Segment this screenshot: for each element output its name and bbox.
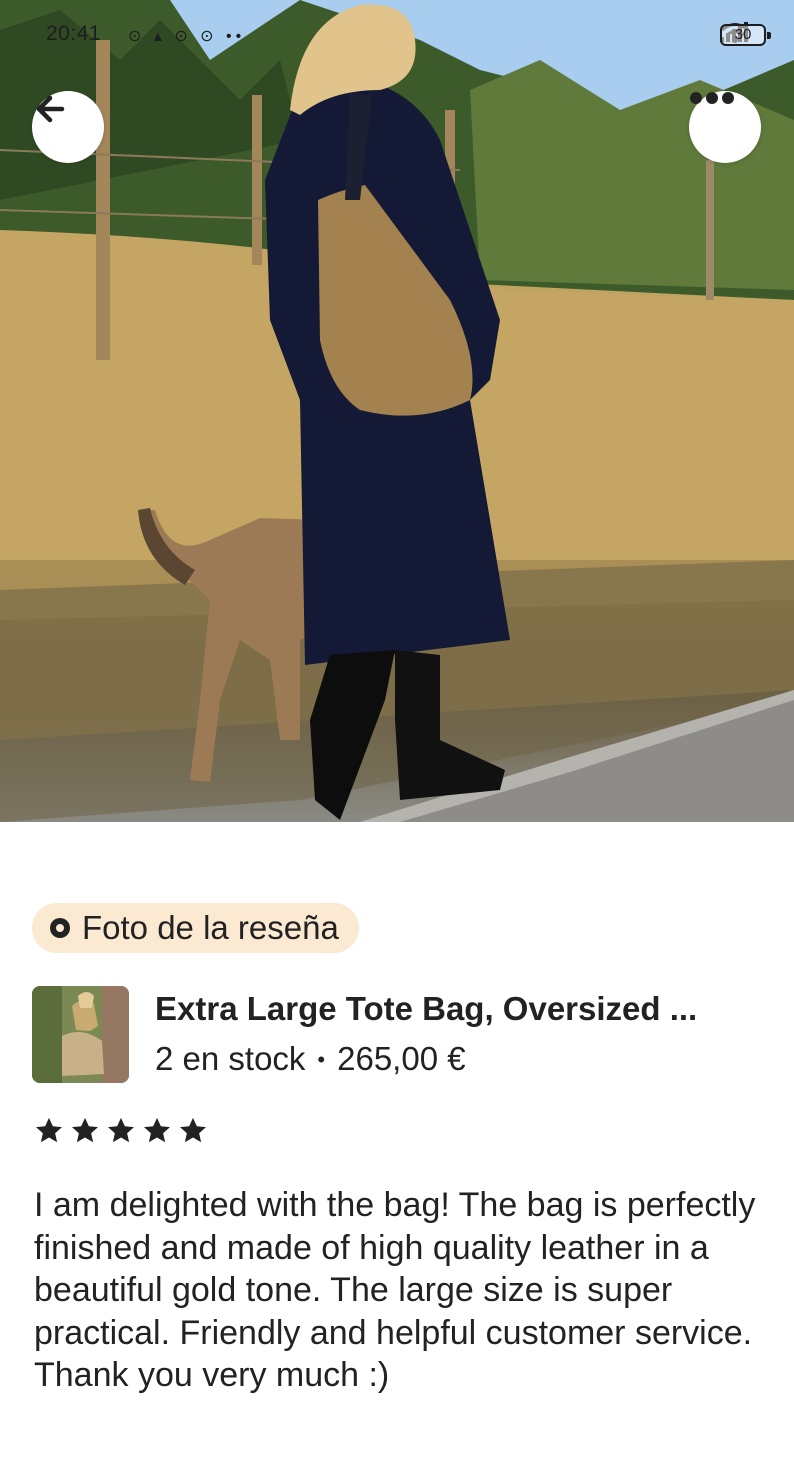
more-icon: [690, 92, 734, 104]
product-thumbnail-image: [32, 986, 129, 1083]
badge-label: Foto de la reseña: [82, 909, 339, 946]
star-icon: [72, 1117, 98, 1143]
meta-separator: •: [317, 1047, 326, 1072]
back-button[interactable]: [32, 91, 104, 163]
price: 265,00 €: [337, 1040, 466, 1077]
review-photo-illustration: [0, 0, 794, 822]
review-text: I am delighted with the bag! The bag is …: [34, 1186, 756, 1394]
review-photo-badge: Foto de la reseña: [32, 903, 359, 953]
rating-stars: [34, 1116, 208, 1146]
star-icon: [180, 1117, 206, 1143]
arrow-left-icon: [36, 95, 65, 123]
stock-info: 2 en stock: [155, 1040, 306, 1077]
status-time: 20:41: [46, 22, 102, 45]
product-meta: 2 en stock • 265,00 €: [155, 1040, 466, 1080]
review-badge-icon: [50, 918, 70, 938]
review-photo[interactable]: 20:41 ⊙ ▴ ⊙ ⊙ •• 30: [0, 0, 794, 822]
product-title[interactable]: Extra Large Tote Bag, Oversized ...: [155, 990, 765, 1028]
star-icon: [108, 1117, 134, 1143]
notification-icons: ⊙ ▴ ⊙ ⊙ ••: [128, 28, 246, 45]
more-options-button[interactable]: [689, 91, 761, 163]
product-thumbnail[interactable]: [32, 986, 129, 1083]
battery-indicator: 30: [720, 24, 771, 46]
star-icon: [36, 1117, 62, 1143]
status-right: 30: [720, 22, 771, 48]
star-icon: [144, 1117, 170, 1143]
